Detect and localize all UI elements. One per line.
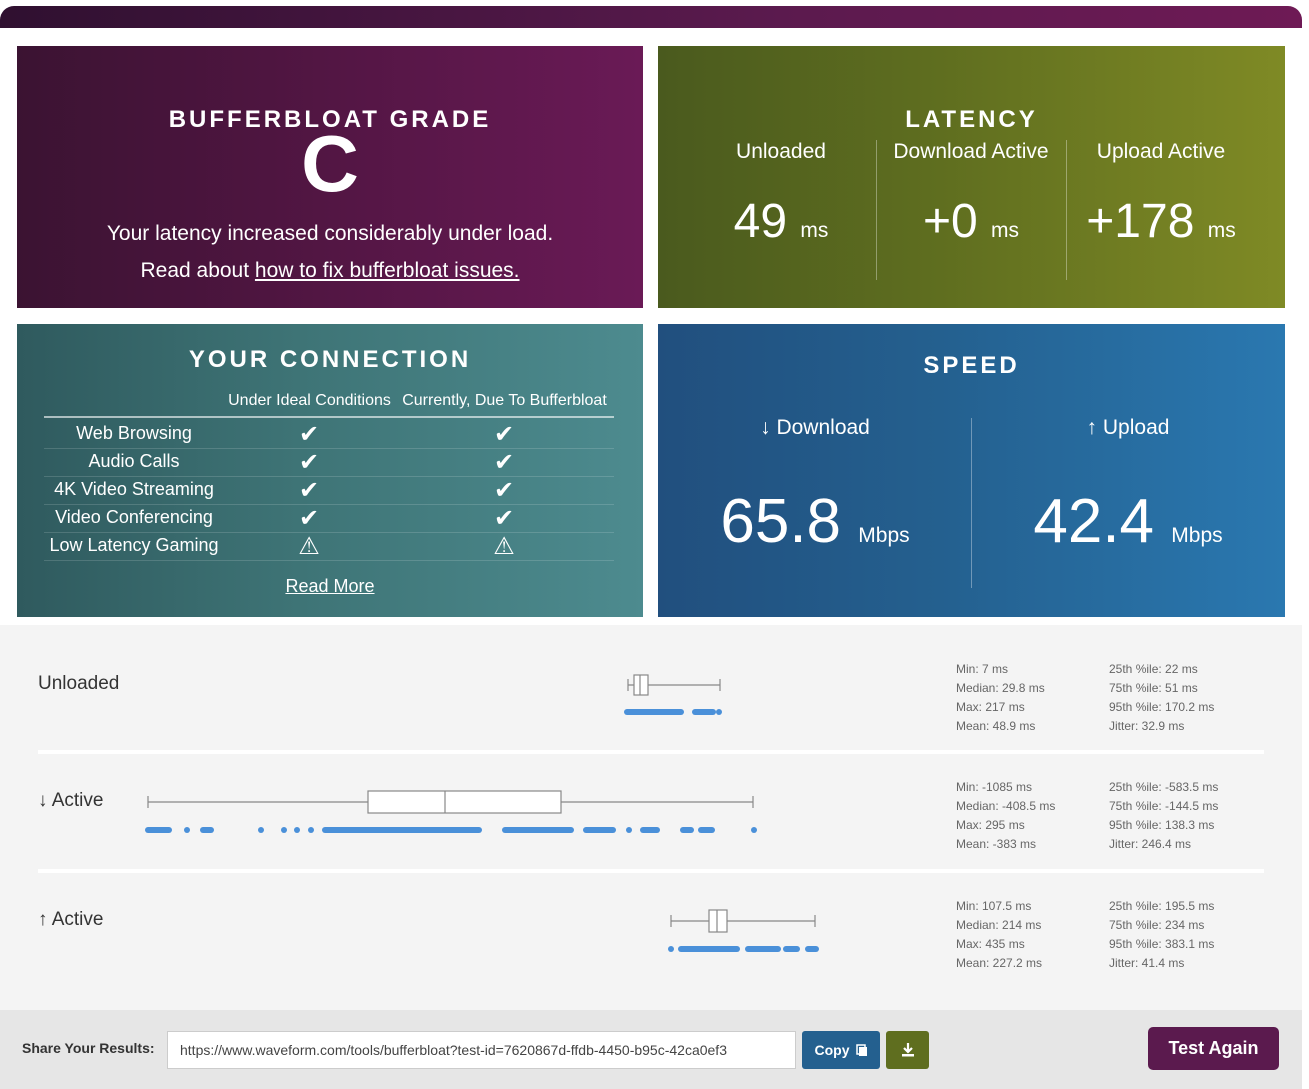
latency-upload-active: Upload Active +178 ms	[1066, 138, 1256, 278]
stats-unloaded-right: 25th %ile: 22 ms 75th %ile: 51 ms 95th %il…	[1109, 662, 1215, 733]
upload-label: ↑ Upload	[1086, 416, 1170, 439]
bufferbloat-grade-card: BUFFERBLOAT GRADE C Your latency increas…	[17, 46, 643, 308]
dots-upload	[668, 946, 819, 952]
read-more-link[interactable]: Read More	[17, 576, 643, 597]
speed-divider	[971, 418, 972, 588]
latency-download-label: Download Active	[893, 140, 1049, 163]
connection-row: 4K Video Streaming ✔ ✔	[44, 477, 614, 505]
connection-row-name: Audio Calls	[88, 451, 180, 471]
connection-header-rule	[44, 416, 614, 418]
stats-upload-right: 25th %ile: 195.5 ms 75th %ile: 234 ms 95th…	[1109, 899, 1215, 970]
warning-icon: ⚠	[298, 533, 320, 560]
share-label: Share Your Results:	[22, 1040, 155, 1056]
latency-upload-label: Upload Active	[1096, 140, 1226, 163]
col-current-header: Currently, Due To Bufferbloat	[402, 392, 607, 409]
latency-unloaded-value: 49 ms	[733, 195, 829, 248]
speed-title: SPEED	[923, 352, 1020, 379]
top-accent-bar	[0, 6, 1302, 28]
copy-label: Copy	[814, 1042, 850, 1058]
dots-download	[145, 827, 757, 833]
latency-title: LATENCY	[905, 106, 1038, 133]
grade-letter: C	[301, 119, 359, 208]
connection-title: YOUR CONNECTION	[188, 346, 472, 373]
speed-card: SPEED ↓ Download 65.8 Mbps ↑ Upload 42.4…	[658, 324, 1285, 617]
latency-boxplots	[145, 674, 819, 952]
your-connection-card: YOUR CONNECTION Under Ideal Conditions C…	[17, 324, 643, 617]
connection-row: Low Latency Gaming ⚠ ⚠	[44, 533, 614, 561]
boxplot-download	[147, 790, 754, 814]
latency-details: Unloaded ↓ Active ↑ Active Min: 7 ms Medi…	[0, 625, 1302, 1010]
check-icon: ✔	[493, 421, 515, 448]
download-button[interactable]	[886, 1031, 929, 1069]
read-about-prefix: Read about	[140, 259, 255, 282]
boxplot-upload	[670, 909, 816, 933]
grade-message: Your latency increased considerably unde…	[106, 222, 554, 245]
copy-button[interactable]: Copy	[802, 1031, 880, 1069]
check-icon: ✔	[493, 505, 515, 532]
copy-icon	[855, 1043, 867, 1056]
stats-upload-left: Min: 107.5 ms Median: 214 ms Max: 435 ms Me…	[956, 899, 1043, 970]
stats-unloaded-left: Min: 7 ms Median: 29.8 ms Max: 217 ms Mean:…	[956, 662, 1045, 733]
check-icon: ✔	[298, 477, 320, 504]
connection-row: Web Browsing ✔ ✔	[44, 421, 614, 449]
check-icon: ✔	[298, 505, 320, 532]
warning-icon: ⚠	[493, 533, 515, 560]
latency-unloaded: Unloaded 49 ms	[686, 138, 876, 278]
share-bar: Share Your Results: Copy Test Again	[0, 1010, 1302, 1089]
fix-bufferbloat-link[interactable]: how to fix bufferbloat issues.	[255, 259, 520, 282]
check-icon: ✔	[298, 421, 320, 448]
download-value: 65.8 Mbps	[720, 487, 910, 556]
latency-upload-value: +178 ms	[1086, 195, 1236, 248]
speed-download: ↓ Download 65.8 Mbps	[665, 416, 965, 616]
connection-row-name: Web Browsing	[76, 423, 192, 443]
stats-download-left: Min: -1085 ms Median: -408.5 ms Max: 295 m…	[956, 780, 1056, 851]
col-ideal-header: Under Ideal Conditions	[228, 392, 391, 409]
boxplot-unloaded	[627, 674, 721, 696]
stats-download-right: 25th %ile: -583.5 ms 75th %ile: -144.5 ms…	[1109, 780, 1219, 851]
test-again-button[interactable]: Test Again	[1148, 1027, 1279, 1070]
connection-row: Video Conferencing ✔ ✔	[44, 505, 614, 533]
latency-unloaded-label: Unloaded	[736, 140, 826, 163]
latency-download-value: +0 ms	[922, 195, 1020, 248]
check-icon: ✔	[493, 477, 515, 504]
check-icon: ✔	[298, 449, 320, 476]
download-label: ↓ Download	[760, 416, 870, 439]
share-url-input[interactable]	[167, 1031, 796, 1069]
connection-row: Audio Calls ✔ ✔	[44, 449, 614, 477]
grade-read-about: Read about how to fix bufferbloat issues…	[17, 259, 643, 283]
latency-card: LATENCY Unloaded 49 ms Download Active +…	[658, 46, 1285, 308]
upload-value: 42.4 Mbps	[1033, 487, 1223, 556]
latency-download-active: Download Active +0 ms	[876, 138, 1066, 278]
connection-row-name: Video Conferencing	[55, 507, 213, 527]
connection-row-name: 4K Video Streaming	[54, 479, 214, 499]
check-icon: ✔	[493, 449, 515, 476]
speed-upload: ↑ Upload 42.4 Mbps	[978, 416, 1278, 616]
dots-unloaded	[624, 709, 722, 715]
connection-row-name: Low Latency Gaming	[49, 535, 219, 555]
download-icon	[901, 1043, 914, 1057]
